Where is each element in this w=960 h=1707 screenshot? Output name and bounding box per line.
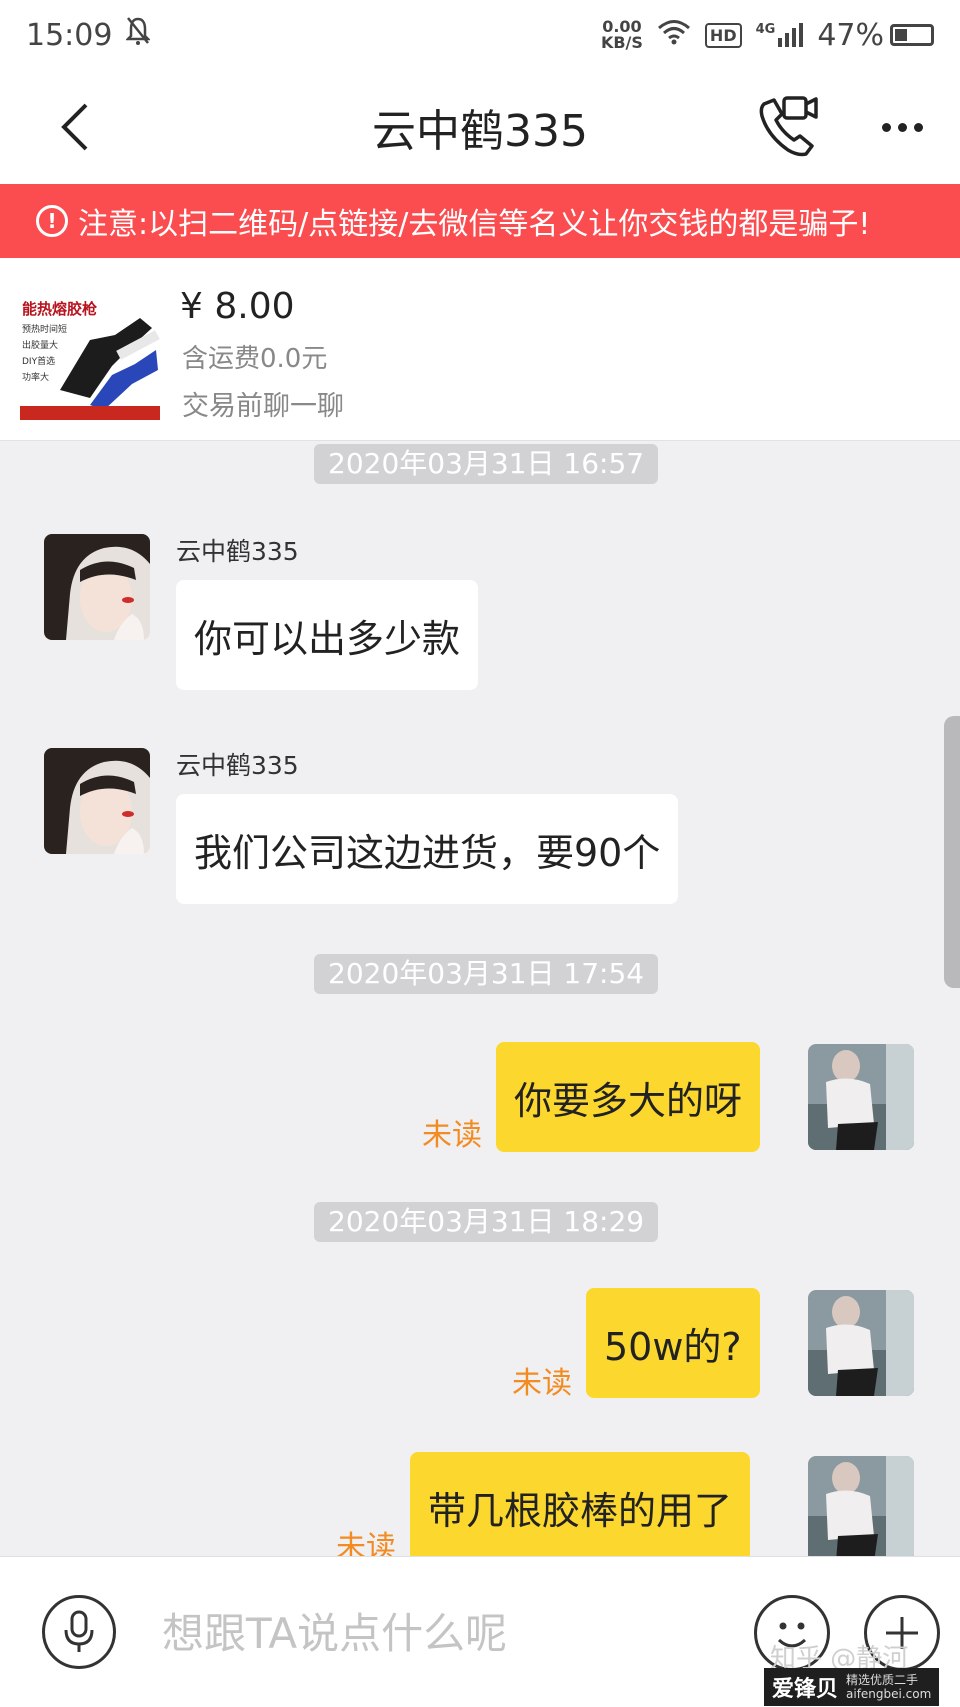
net-speed: 0.00 KB/S bbox=[600, 17, 643, 52]
product-card[interactable]: 能热熔胶枪 预热时间短 出胶量大 DIY首选 功率大 ¥ 8.00 含运费0.0… bbox=[0, 258, 960, 441]
call-button[interactable] bbox=[754, 90, 828, 164]
product-price: ¥ 8.00 bbox=[180, 286, 295, 327]
svg-text:DIY首选: DIY首选 bbox=[22, 355, 55, 367]
contact-avatar[interactable] bbox=[44, 748, 150, 854]
warning-text: 注意:以扫二维码/点链接/去微信等名义让你交钱的都是骗子! bbox=[78, 207, 871, 242]
sender-name: 云中鹤335 bbox=[176, 751, 299, 780]
message-bubble-outgoing[interactable]: 50w的? bbox=[586, 1288, 760, 1398]
contact-avatar[interactable] bbox=[44, 534, 150, 640]
microphone-icon bbox=[64, 1610, 94, 1652]
voice-button[interactable] bbox=[42, 1595, 116, 1669]
my-avatar[interactable] bbox=[808, 1456, 914, 1556]
hd-badge: HD bbox=[704, 22, 742, 48]
my-avatar[interactable] bbox=[808, 1044, 914, 1150]
svg-text:功率大: 功率大 bbox=[22, 371, 49, 383]
more-dots-icon bbox=[881, 122, 891, 132]
unread-status: 未读 bbox=[422, 1118, 482, 1153]
unread-status: 未读 bbox=[512, 1366, 572, 1401]
phone-video-icon bbox=[759, 96, 818, 157]
page-title: 云中鹤335 bbox=[372, 106, 588, 157]
timestamp: 2020年03月31日 18:29 bbox=[314, 1202, 659, 1242]
chat-messages[interactable]: 2020年03月31日 16:57 云中鹤335 你可以出多少款 云中鹤335 … bbox=[0, 440, 960, 1556]
mute-bell-icon bbox=[125, 16, 152, 54]
timestamp: 2020年03月31日 17:54 bbox=[314, 954, 659, 994]
scam-warning-banner: ! 注意:以扫二维码/点链接/去微信等名义让你交钱的都是骗子! bbox=[0, 184, 960, 258]
message-bubble-incoming[interactable]: 你可以出多少款 bbox=[176, 580, 479, 690]
back-button[interactable] bbox=[40, 92, 110, 162]
wifi-icon bbox=[657, 18, 691, 53]
svg-text:出胶量大: 出胶量大 bbox=[22, 339, 58, 351]
pre-trade-chat-label: 交易前聊一聊 bbox=[182, 391, 344, 422]
scrollbar-handle[interactable] bbox=[944, 716, 960, 988]
site-watermark: 爱锋贝 精选优质二手 aifengbei.com bbox=[764, 1668, 940, 1706]
my-avatar[interactable] bbox=[808, 1290, 914, 1396]
product-shipping: 含运费0.0元 bbox=[182, 344, 328, 374]
back-arrow-icon bbox=[61, 103, 88, 151]
message-bubble-outgoing[interactable]: 你要多大的呀 bbox=[496, 1042, 761, 1152]
status-time: 15:09 bbox=[26, 17, 113, 53]
message-bubble-incoming[interactable]: 我们公司这边进货，要90个 bbox=[176, 794, 679, 904]
timestamp: 2020年03月31日 16:57 bbox=[314, 444, 659, 484]
unread-status: 未读 bbox=[336, 1530, 396, 1556]
message-bubble-outgoing[interactable]: 带几根胶棒的用了 bbox=[410, 1452, 751, 1556]
svg-text:预热时间短: 预热时间短 bbox=[22, 323, 67, 335]
battery-icon bbox=[890, 24, 934, 46]
signal-icon: 4G bbox=[756, 22, 804, 48]
product-thumb-title: 能热熔胶枪 bbox=[22, 300, 97, 318]
nav-bar: 云中鹤335 bbox=[0, 70, 960, 184]
alert-icon: ! bbox=[36, 205, 68, 237]
product-thumbnail[interactable]: 能热熔胶枪 预热时间短 出胶量大 DIY首选 功率大 bbox=[20, 280, 160, 420]
more-button[interactable] bbox=[872, 102, 932, 152]
battery-indicator: 47% bbox=[817, 18, 934, 53]
message-input[interactable] bbox=[160, 1597, 724, 1669]
sender-name: 云中鹤335 bbox=[176, 537, 299, 566]
status-bar: 15:09 0.00 KB/S HD 4G 47% bbox=[0, 0, 960, 70]
